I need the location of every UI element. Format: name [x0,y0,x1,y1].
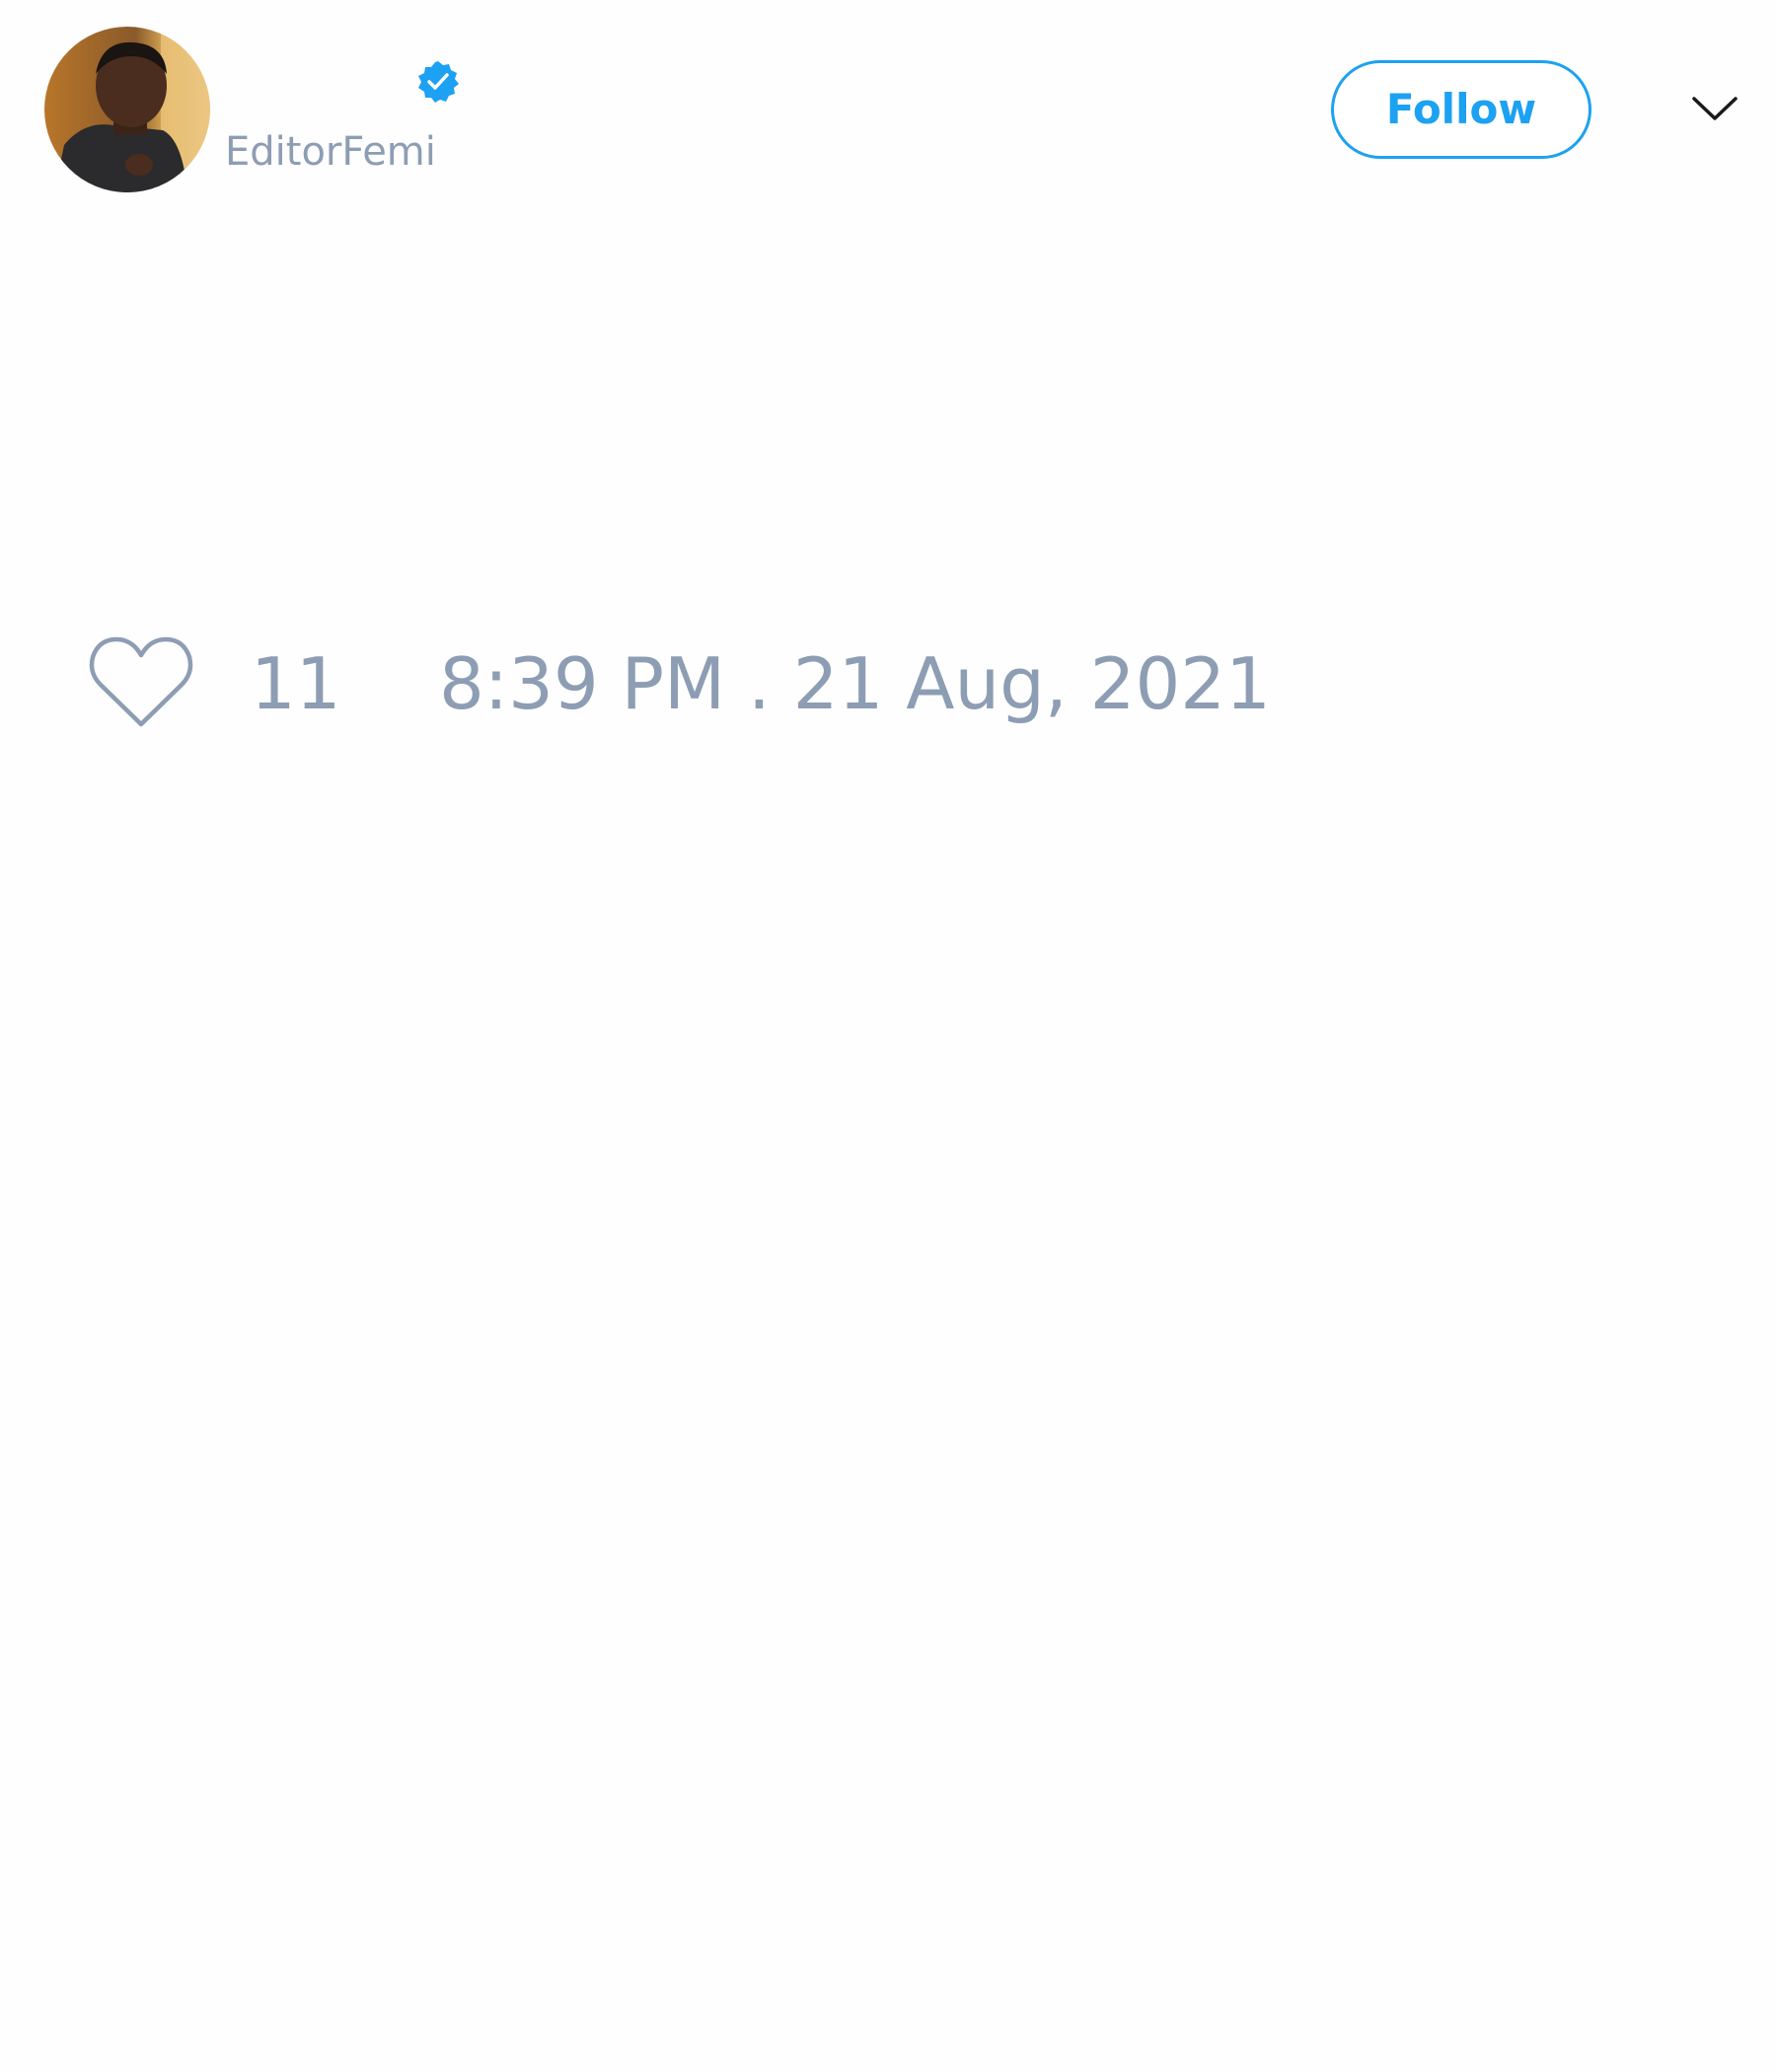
chevron-down-icon[interactable] [1689,89,1740,128]
tweet-action-row: 11 8:39 PM . 21 Aug, 2021 [0,622,1776,750]
tweet-timestamp[interactable]: 8:39 PM . 21 Aug, 2021 [439,641,1271,726]
tweet-header: EditorFemi Follow [0,0,1776,217]
verified-badge-icon [415,59,461,105]
tweet-card: EditorFemi Follow 11 8:39 PM . 21 Aug, 2… [0,0,1776,2072]
avatar-photo [44,27,210,192]
user-block: EditorFemi [225,47,718,176]
author-handle[interactable]: EditorFemi [225,128,436,176]
avatar[interactable] [44,27,210,192]
like-count: 11 [251,642,341,725]
heart-outline-icon[interactable] [87,633,195,732]
follow-button[interactable]: Follow [1331,60,1591,159]
